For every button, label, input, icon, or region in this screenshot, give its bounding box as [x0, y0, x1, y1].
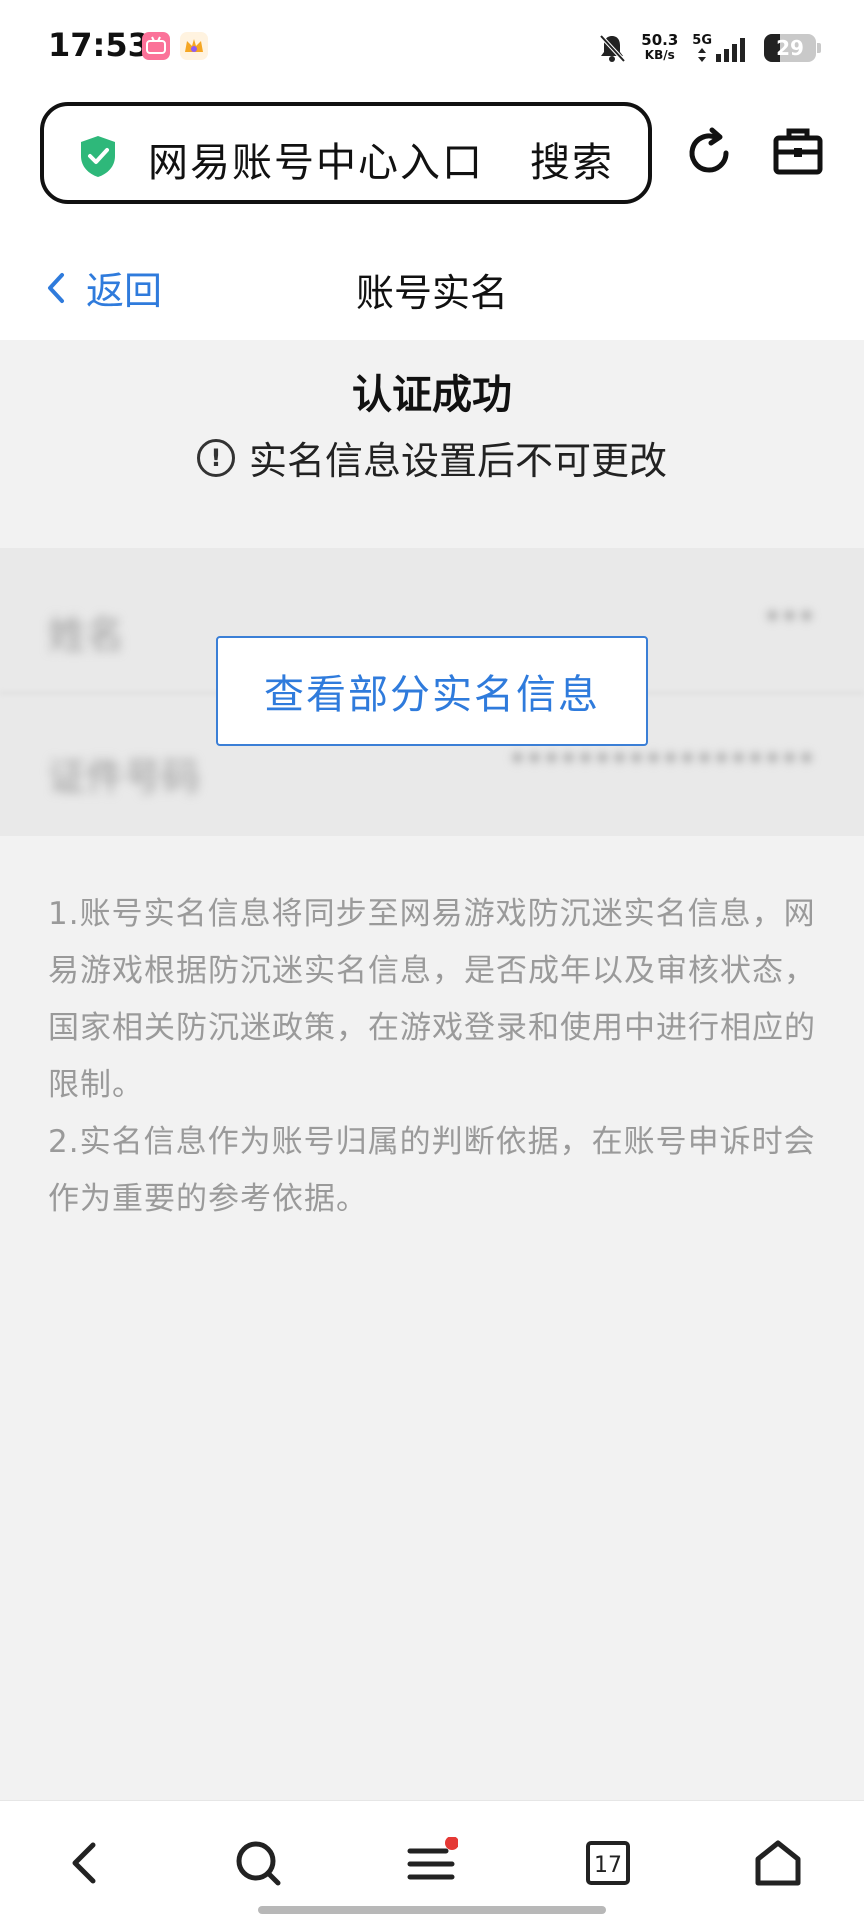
shield-check-icon	[81, 136, 115, 177]
home-icon[interactable]	[752, 1837, 804, 1889]
tabs-icon: 17	[586, 1841, 630, 1885]
data-arrows-icon	[698, 48, 707, 62]
status-bar: 17:53 50.3 KB/s 5G 29	[0, 0, 864, 92]
address-text[interactable]: 网易账号中心入口	[148, 130, 484, 188]
home-indicator[interactable]	[258, 1906, 606, 1914]
notes: 1.账号实名信息将同步至网易游戏防沉迷实名信息，网易游戏根据防沉迷实名信息，是否…	[48, 886, 824, 1228]
note-item: 1.账号实名信息将同步至网易游戏防沉迷实名信息，网易游戏根据防沉迷实名信息，是否…	[48, 896, 816, 1103]
toolbox-icon[interactable]	[772, 126, 824, 178]
signal-indicator: 5G	[692, 34, 750, 62]
battery-indicator: 29	[764, 34, 821, 62]
browser-bar: 网易账号中心入口 搜索	[0, 92, 864, 222]
crown-app-icon	[180, 32, 208, 60]
tabs-count: 17	[594, 1853, 622, 1878]
search-icon[interactable]	[232, 1837, 284, 1889]
address-bar[interactable]: 网易账号中心入口 搜索	[40, 102, 652, 204]
notification-dot	[445, 1837, 458, 1850]
status-indicators: 50.3 KB/s 5G 29	[597, 28, 821, 68]
name-label: 姓名	[48, 613, 125, 657]
signal-bars-icon	[716, 38, 745, 62]
net-speed: 50.3 KB/s	[641, 31, 679, 63]
tabs-button[interactable]: 17	[582, 1837, 634, 1889]
notice-line: ! 实名信息设置后不可更改	[0, 430, 864, 485]
status-time: 17:53	[48, 26, 150, 64]
network-type: 5G	[692, 33, 712, 48]
bilibili-app-icon	[142, 32, 170, 60]
view-partial-info-button[interactable]: 查看部分实名信息	[216, 636, 648, 746]
bottom-nav: 17	[0, 1800, 864, 1920]
id-value: ******************	[510, 746, 816, 781]
back-arrow-icon[interactable]	[60, 1837, 112, 1889]
page-header: 返回 账号实名	[0, 222, 864, 340]
mute-bell-icon	[599, 34, 626, 63]
success-title: 认证成功	[352, 372, 512, 418]
name-value: ***	[765, 604, 816, 639]
menu-icon[interactable]	[406, 1837, 458, 1889]
page-title: 账号实名	[355, 271, 508, 315]
id-label: 证件号码	[48, 755, 201, 799]
refresh-icon[interactable]	[682, 126, 736, 180]
notice-text: 实名信息设置后不可更改	[248, 439, 667, 483]
note-item: 2.实名信息作为账号归属的判断依据，在账号申诉时会作为重要的参考依据。	[48, 1124, 816, 1217]
exclamation-circle-icon: !	[196, 438, 235, 477]
search-button[interactable]: 搜索	[530, 130, 614, 188]
